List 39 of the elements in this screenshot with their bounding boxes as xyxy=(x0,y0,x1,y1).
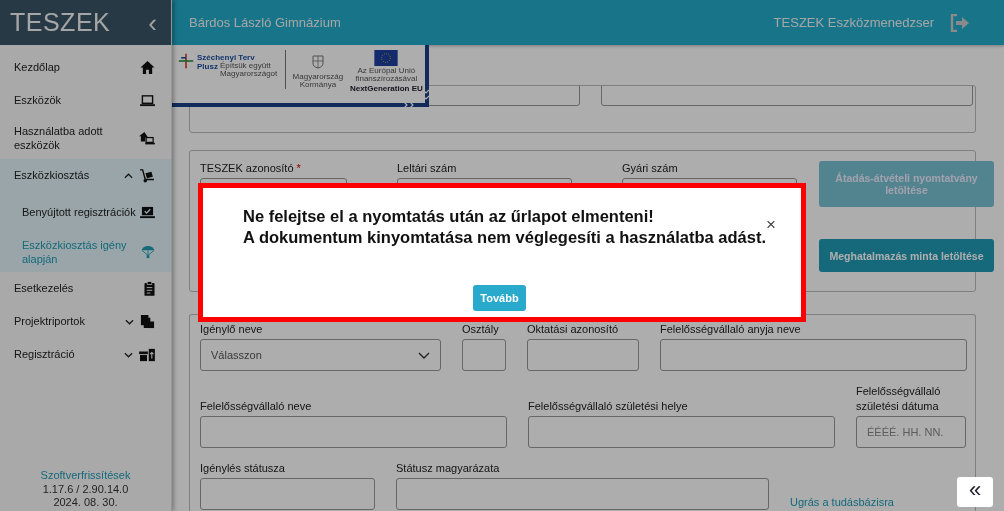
menu-item[interactable]: Esetkezelés xyxy=(0,272,171,305)
collapse-panel-button[interactable]: « xyxy=(957,477,993,507)
menu-item[interactable]: Regisztráció xyxy=(0,338,171,371)
dialog-message: Ne felejtse el a nyomtatás után az űrlapot elmenteni! xyxy=(243,206,654,227)
field-label: Felelősségvállaló neve xyxy=(200,398,313,413)
menu-item[interactable]: Eszközkiosztás xyxy=(0,159,171,192)
close-button[interactable]: × xyxy=(766,216,776,233)
eu-funding-text: Az Európai Unió finanszírozásával xyxy=(355,67,418,84)
program-name: Széchenyi Terv xyxy=(197,53,256,62)
app-name: TESZEK Eszközmenedzser xyxy=(773,15,934,30)
nextgeneration-text: NextGeneration EU xyxy=(349,84,423,94)
menu-item[interactable]: Használatba adott eszközök xyxy=(0,117,171,159)
release-date: 2024. 08. 30. xyxy=(53,495,118,509)
dialog-message: A dokumentum kinyomtatása nem véglegesíti a használatba adást. xyxy=(243,227,766,249)
field-label: Felelősségvállaló születési helye xyxy=(528,398,689,413)
field-label: Felelősségvállaló születési dátuma xyxy=(856,384,942,413)
collapse-button[interactable]: ‹ xyxy=(148,9,157,36)
menu-item[interactable]: Kezdőlap xyxy=(0,51,171,84)
field-label: Felelősségvállaló anyja neve xyxy=(660,322,802,337)
field-label: Státusz magyarázata xyxy=(396,460,501,476)
required-mark: * xyxy=(296,162,301,174)
field-label: Oktatási azonosító xyxy=(527,322,620,337)
select-field[interactable]: Válasszon xyxy=(200,339,441,372)
field-label: Osztály xyxy=(462,322,500,337)
app-logo: TESZEK xyxy=(10,8,111,37)
field-label: Igénylés státusza xyxy=(200,460,286,476)
program-name-suffix: Plusz xyxy=(197,62,218,71)
program-slogan: Építsük együtt Magyarországot xyxy=(219,62,279,79)
menu-item[interactable]: Eszközök xyxy=(0,84,171,117)
menu-item[interactable]: Projektriportok xyxy=(0,305,171,338)
government-name: Magyarország Kormánya xyxy=(291,73,345,90)
field-label: Gyári szám xyxy=(622,161,679,176)
version-text: 1.17.6 / 2.90.14.0 xyxy=(42,482,129,496)
field-label: TESZEK azonosító * xyxy=(200,161,302,176)
field-label: Igénylő neve xyxy=(200,322,264,337)
submenu-item[interactable]: Benyújtott regisztrációk xyxy=(0,192,171,232)
school-name: Bárdos László Gimnázium xyxy=(189,15,342,30)
field-label: Leltári szám xyxy=(397,161,458,176)
input-field[interactable]: ÉÉÉÉ. HH. NN. xyxy=(856,415,966,448)
